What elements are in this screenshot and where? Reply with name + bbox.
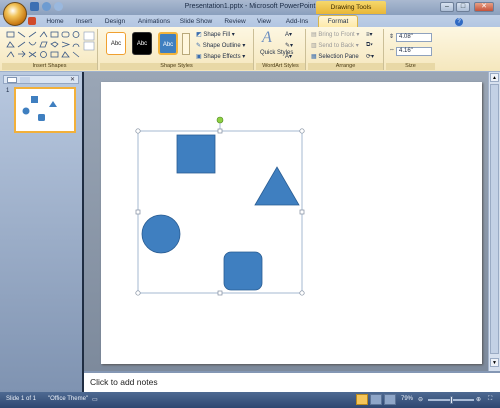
tab-design[interactable]: Design — [102, 16, 128, 27]
resize-handle-e — [299, 209, 305, 215]
insert-shapes-label: Insert Shapes — [2, 63, 97, 70]
notes-placeholder[interactable]: Click to add notes — [90, 377, 158, 387]
quick-styles-icon[interactable]: A — [262, 29, 272, 47]
slide-count: Slide 1 of 1 — [6, 396, 37, 402]
theme-name: "Office Theme" — [48, 396, 89, 402]
vertical-scrollbar[interactable]: ▲ ▼ — [488, 72, 500, 371]
align-icon[interactable]: ≡▾ — [366, 31, 373, 38]
rotate-icon[interactable]: ⟳▾ — [366, 53, 374, 60]
send-to-back-button[interactable]: ▥ Send to Back ▾ — [311, 42, 359, 49]
slide-thumbnail[interactable] — [14, 87, 76, 133]
shape-effects-button[interactable]: ▣ Shape Effects ▾ — [196, 53, 245, 60]
slides-tab-icon[interactable] — [7, 77, 17, 83]
circle-shape[interactable] — [141, 214, 181, 254]
group-icon[interactable]: ⧉▾ — [366, 42, 373, 49]
resize-handle-nw — [135, 128, 141, 134]
resize-handle-sw — [135, 290, 141, 296]
zoom-out-icon[interactable]: ⊖ — [418, 396, 423, 403]
wordart-styles-label: WordArt Styles — [256, 63, 305, 70]
text-outline-icon[interactable]: ✎▾ — [285, 42, 293, 49]
more-styles-icon[interactable] — [182, 33, 190, 55]
office-tab-icon[interactable] — [26, 16, 38, 27]
tab-insert[interactable]: Insert — [72, 16, 96, 27]
slide-shapes — [135, 116, 305, 296]
slides-pane-tabs[interactable]: ✕ — [3, 75, 79, 84]
shape-outline-button[interactable]: ✎ Shape Outline ▾ — [196, 42, 245, 49]
bring-to-front-button[interactable]: ▤ Bring to Front ▾ — [311, 31, 359, 38]
selection-pane-button[interactable]: ▦ Selection Pane — [311, 53, 359, 60]
undo-icon[interactable] — [42, 2, 51, 11]
office-button[interactable] — [3, 2, 27, 26]
tab-view[interactable]: View — [254, 16, 274, 27]
scroll-up-icon — [83, 31, 95, 41]
drawing-tools-label: Drawing Tools — [316, 1, 386, 14]
thumbnail-shapes — [22, 96, 57, 121]
width-field[interactable]: 4.16" — [396, 47, 432, 56]
save-icon[interactable] — [30, 2, 39, 11]
shape-fill-button[interactable]: ◩ Shape Fill ▾ — [196, 31, 235, 38]
help-icon[interactable]: ? — [454, 16, 464, 27]
close-pane-icon[interactable]: ✕ — [70, 76, 75, 83]
triangle-shape[interactable] — [254, 166, 300, 206]
redo-icon[interactable] — [54, 2, 63, 11]
tab-home[interactable]: Home — [42, 16, 68, 27]
zoom-level[interactable]: 79% — [401, 396, 413, 402]
slide-sorter-icon[interactable] — [370, 394, 382, 405]
text-effects-icon[interactable]: A▾ — [285, 53, 292, 60]
scroll-down-icon — [83, 41, 95, 51]
resize-handle-w — [135, 209, 141, 215]
quick-styles-button[interactable]: Quick Styles — [260, 50, 293, 56]
style-swatch-blue[interactable]: Abc — [158, 32, 178, 55]
size-label: Size — [386, 63, 435, 70]
zoom-slider-thumb[interactable] — [450, 396, 453, 404]
window-title: Presentation1.pptx - Microsoft PowerPoin… — [184, 3, 316, 10]
resize-handle-s — [217, 290, 223, 296]
normal-view-icon[interactable] — [356, 394, 368, 405]
tab-slide-show[interactable]: Slide Show — [178, 16, 214, 27]
shapes-gallery[interactable] — [4, 30, 98, 63]
rounded-square-shape[interactable] — [223, 251, 263, 291]
shape-styles-label: Shape Styles — [100, 63, 253, 70]
selection-box — [137, 130, 303, 294]
style-swatch-black[interactable]: Abc — [132, 32, 152, 55]
slide-number: 1 — [6, 88, 10, 94]
width-icon: ⇔ — [389, 47, 395, 53]
fit-slide-icon[interactable]: ⛶ — [488, 396, 492, 403]
spelling-icon[interactable]: ▭ — [92, 396, 98, 403]
square-shape[interactable] — [176, 134, 216, 174]
outline-tab-icon[interactable] — [20, 77, 30, 83]
minimize-button[interactable]: ‒ — [440, 2, 454, 12]
tab-add-ins[interactable]: Add-Ins — [282, 16, 312, 27]
close-button[interactable]: ✕ — [474, 2, 494, 12]
slide-canvas[interactable] — [101, 82, 482, 364]
tab-review[interactable]: Review — [222, 16, 248, 27]
height-icon: ⇕ — [389, 34, 395, 40]
quick-access-toolbar — [30, 2, 90, 13]
tab-format[interactable]: Format — [318, 15, 358, 27]
insert-shapes-group: Insert Shapes — [2, 29, 98, 70]
resize-handle-ne — [299, 128, 305, 134]
scroll-up-arrow-icon[interactable]: ▲ — [490, 73, 499, 82]
zoom-in-icon[interactable]: ⊕ — [476, 396, 481, 403]
tab-animations[interactable]: Animations — [134, 16, 174, 27]
scroll-down-arrow-icon[interactable]: ▼ — [490, 358, 499, 367]
style-swatch-white[interactable]: Abc — [106, 32, 126, 55]
maximize-button[interactable]: □ — [456, 2, 470, 12]
resize-handle-se — [299, 290, 305, 296]
text-fill-icon[interactable]: A▾ — [285, 31, 292, 38]
rotation-handle[interactable] — [216, 116, 224, 124]
pen-icon: ✎ — [196, 43, 203, 49]
slide-show-icon[interactable] — [384, 394, 396, 405]
resize-handle-n — [217, 128, 223, 134]
scrollbar-thumb[interactable] — [490, 84, 499, 354]
arrange-label: Arrange — [308, 63, 383, 70]
height-field[interactable]: 4.08" — [396, 33, 432, 42]
